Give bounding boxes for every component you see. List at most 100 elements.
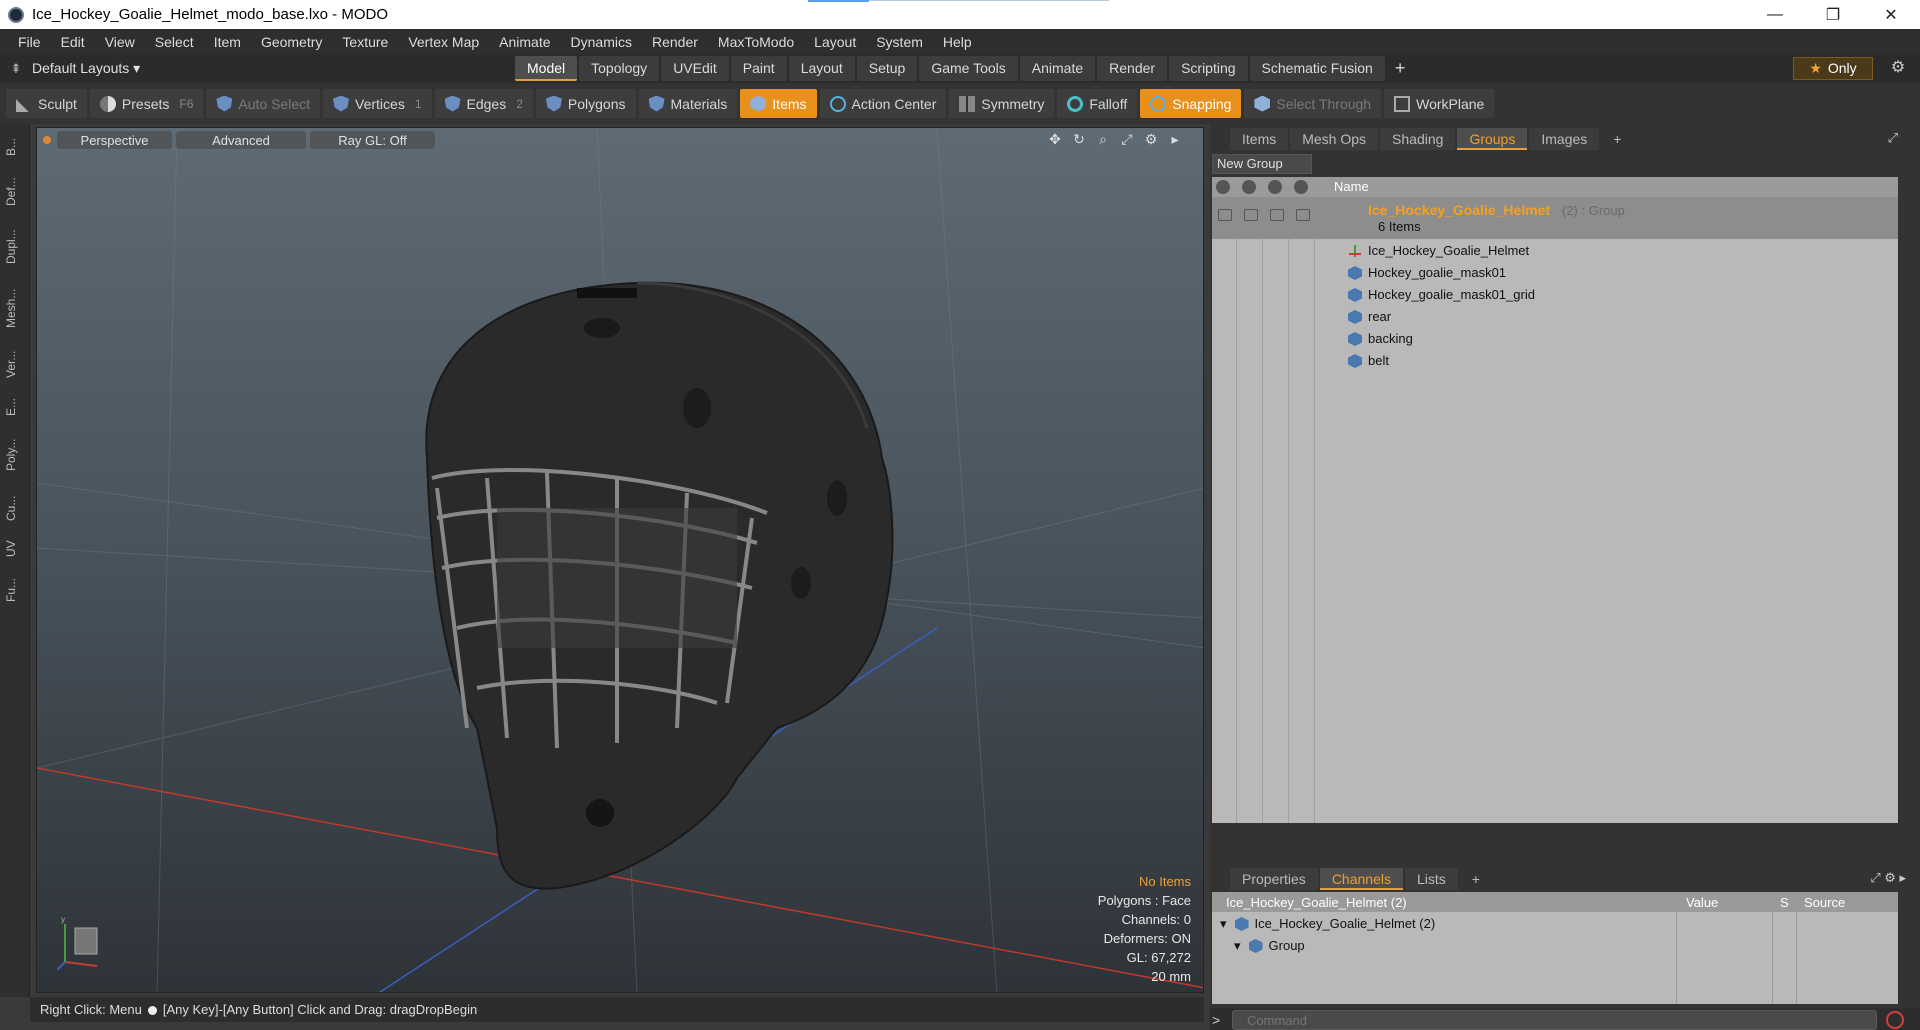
expand-panel-icon[interactable]: ⤢: [1888, 130, 1898, 146]
menu-render[interactable]: Render: [642, 34, 708, 50]
menu-system[interactable]: System: [866, 34, 933, 50]
lock-icon[interactable]: [1268, 180, 1282, 194]
list-item[interactable]: rear: [1348, 307, 1391, 327]
channels-source-header[interactable]: Source: [1804, 895, 1845, 910]
tab-mesh-ops[interactable]: Mesh Ops: [1290, 128, 1379, 150]
select-through-button[interactable]: Select Through: [1244, 89, 1382, 118]
default-layouts-dropdown[interactable]: Default Layouts ▾: [32, 60, 152, 77]
vertices-button[interactable]: Vertices 1: [323, 89, 432, 118]
record-macro-icon[interactable]: [1886, 1011, 1904, 1029]
viewport-settings-icon[interactable]: ⚙: [1141, 131, 1161, 149]
tab-model[interactable]: Model: [515, 56, 578, 81]
falloff-button[interactable]: Falloff: [1057, 89, 1138, 118]
only-button[interactable]: ★ Only: [1793, 57, 1873, 80]
vtab-mesh[interactable]: Mesh...: [4, 280, 26, 336]
auto-select-button[interactable]: Auto Select: [206, 89, 321, 118]
tab-groups[interactable]: Groups: [1457, 128, 1528, 150]
select-icon[interactable]: [1294, 180, 1308, 194]
menu-view[interactable]: View: [95, 34, 145, 50]
list-item[interactable]: Ice_Hockey_Goalie_Helmet: [1348, 241, 1529, 261]
presets-button[interactable]: Presets F6: [89, 89, 204, 118]
channels-s-header[interactable]: S: [1780, 895, 1789, 910]
vtab-deform[interactable]: Def...: [4, 170, 26, 214]
items-button[interactable]: Items: [740, 89, 817, 118]
viewport-menu-arrow-icon[interactable]: ▸: [1165, 131, 1185, 149]
channels-value-header[interactable]: Value: [1686, 895, 1718, 910]
render-icon[interactable]: [1242, 180, 1256, 194]
tab-paint[interactable]: Paint: [730, 56, 787, 81]
advanced-button[interactable]: Advanced: [176, 131, 306, 149]
symmetry-button[interactable]: Symmetry: [949, 89, 1055, 118]
menu-texture[interactable]: Texture: [332, 34, 398, 50]
rotate-icon[interactable]: ↻: [1069, 131, 1089, 149]
tab-setup[interactable]: Setup: [856, 56, 918, 81]
vtab-edge[interactable]: E...: [4, 392, 26, 422]
edges-button[interactable]: Edges 2: [434, 89, 533, 118]
command-input[interactable]: [1232, 1010, 1877, 1030]
pan-icon[interactable]: ✥: [1045, 131, 1065, 149]
add-lower-tab-button[interactable]: +: [1460, 868, 1492, 890]
maximize-button[interactable]: ❐: [1804, 0, 1862, 29]
menu-item[interactable]: Item: [204, 34, 251, 50]
vtab-duplicate[interactable]: Dupl...: [4, 222, 26, 272]
tab-render[interactable]: Render: [1097, 56, 1168, 81]
polygons-button[interactable]: Polygons: [535, 89, 636, 118]
tab-properties[interactable]: Properties: [1230, 868, 1318, 890]
close-button[interactable]: ✕: [1862, 0, 1920, 29]
tab-layout[interactable]: Layout: [788, 56, 855, 81]
menu-layout[interactable]: Layout: [804, 34, 866, 50]
vtab-uv[interactable]: UV: [4, 536, 26, 562]
vtab-fusion[interactable]: Fu...: [4, 570, 26, 610]
tab-channels[interactable]: Channels: [1319, 868, 1403, 890]
menu-geometry[interactable]: Geometry: [251, 34, 332, 50]
materials-button[interactable]: Materials: [638, 89, 738, 118]
add-tab-button[interactable]: +: [1387, 56, 1414, 81]
new-group-button[interactable]: New Group: [1212, 154, 1312, 174]
channels-name-header[interactable]: Ice_Hockey_Goalie_Helmet (2): [1226, 895, 1407, 910]
menu-dynamics[interactable]: Dynamics: [561, 34, 642, 50]
perspective-button[interactable]: Perspective: [57, 131, 172, 149]
name-column-header[interactable]: Name: [1334, 179, 1369, 194]
vtab-curve[interactable]: Cu...: [4, 488, 26, 528]
tab-topology[interactable]: Topology: [579, 56, 660, 81]
group-lock-icon[interactable]: [1270, 209, 1284, 221]
zoom-icon[interactable]: ⌕: [1093, 131, 1113, 149]
tab-scripting[interactable]: Scripting: [1169, 56, 1248, 81]
channel-row[interactable]: ▾ Group: [1234, 936, 1305, 956]
tab-lists[interactable]: Lists: [1404, 868, 1458, 890]
tab-animate[interactable]: Animate: [1019, 56, 1096, 81]
snapping-button[interactable]: Snapping: [1140, 89, 1242, 118]
add-panel-tab-button[interactable]: +: [1601, 128, 1633, 150]
expand-arrow-icon[interactable]: ▾: [1220, 914, 1227, 934]
visibility-eye-icon[interactable]: [1216, 180, 1230, 194]
group-render-icon[interactable]: [1244, 209, 1258, 221]
tab-shading[interactable]: Shading: [1380, 128, 1456, 150]
tab-game-tools[interactable]: Game Tools: [919, 56, 1018, 81]
lower-panel-expand-icon[interactable]: ⤢ ⚙ ▸: [1870, 870, 1906, 886]
expand-arrow-icon[interactable]: ▾: [1234, 936, 1241, 956]
action-center-button[interactable]: Action Center: [819, 89, 947, 118]
fit-icon[interactable]: ⤢: [1117, 131, 1137, 149]
gear-icon[interactable]: ⚙: [1886, 57, 1910, 80]
group-select-icon[interactable]: [1296, 209, 1310, 221]
vtab-polygon[interactable]: Poly...: [4, 430, 26, 480]
menu-help[interactable]: Help: [933, 34, 982, 50]
menu-vertex-map[interactable]: Vertex Map: [398, 34, 489, 50]
list-item[interactable]: Hockey_goalie_mask01: [1348, 263, 1506, 283]
list-item[interactable]: Hockey_goalie_mask01_grid: [1348, 285, 1535, 305]
menu-edit[interactable]: Edit: [51, 34, 95, 50]
workplane-button[interactable]: WorkPlane: [1384, 89, 1495, 118]
group-row[interactable]: Ice_Hockey_Goalie_Helmet (2) : Group 6 I…: [1212, 197, 1898, 239]
sculpt-button[interactable]: Sculpt: [6, 89, 87, 118]
collapse-arrow-icon[interactable]: ⇞: [0, 61, 32, 77]
list-item[interactable]: belt: [1348, 351, 1389, 371]
list-item[interactable]: backing: [1348, 329, 1413, 349]
minimize-button[interactable]: —: [1746, 0, 1804, 29]
raygl-button[interactable]: Ray GL: Off: [310, 131, 435, 149]
vtab-vertex[interactable]: Ver...: [4, 344, 26, 384]
menu-animate[interactable]: Animate: [489, 34, 560, 50]
menu-maxtomodo[interactable]: MaxToModo: [708, 34, 804, 50]
tab-schematic-fusion[interactable]: Schematic Fusion: [1249, 56, 1385, 81]
group-eye-icon[interactable]: [1218, 209, 1232, 221]
menu-select[interactable]: Select: [145, 34, 204, 50]
